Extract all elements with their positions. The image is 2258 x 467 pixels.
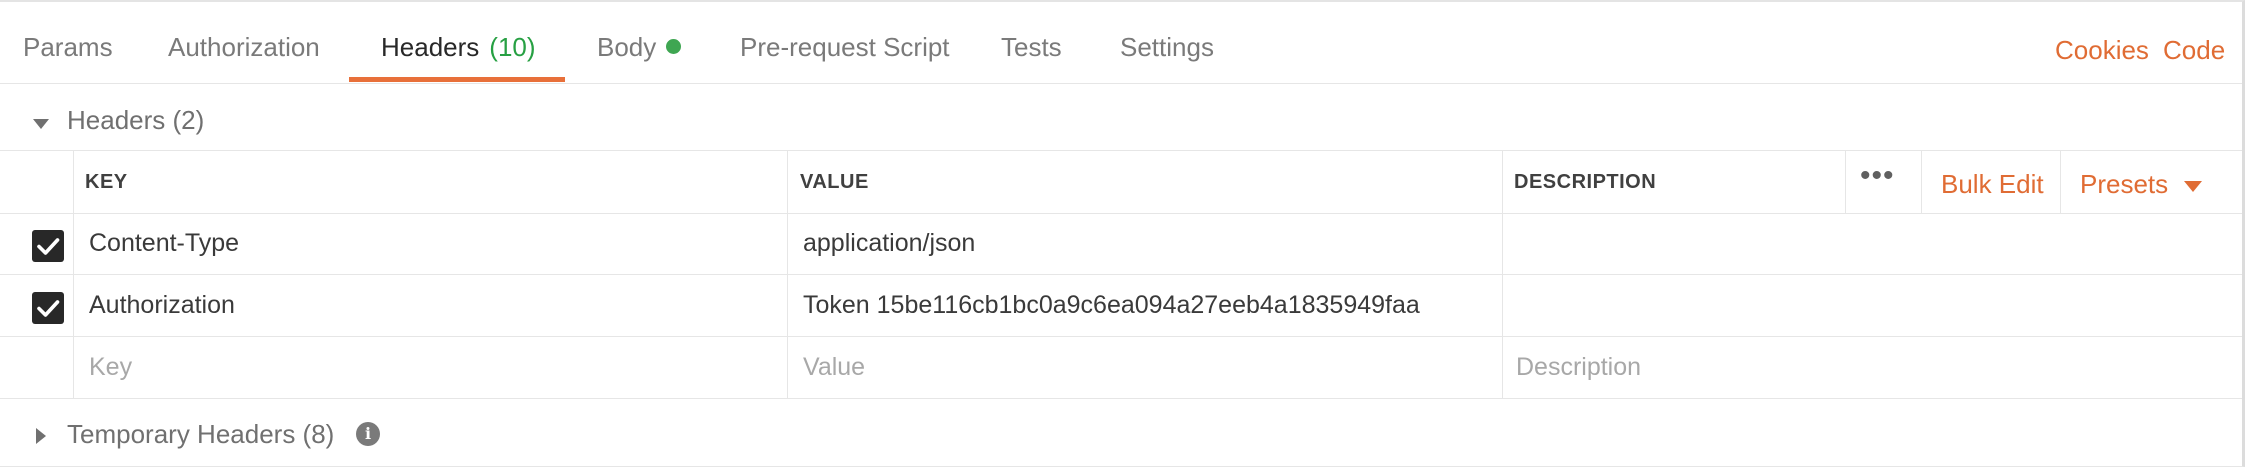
header-key-cell[interactable]: Content-Type — [89, 213, 239, 274]
column-header-description: DESCRIPTION — [1514, 171, 1657, 193]
presets-button[interactable]: Presets — [2080, 151, 2168, 213]
headers-section-toggle[interactable]: Headers (2) — [0, 89, 2242, 151]
tab-settings-label: Settings — [1120, 32, 1214, 62]
checkbox-checked-icon[interactable] — [32, 230, 64, 262]
request-editor: Params Authorization Headers (10) Body Pr… — [0, 0, 2245, 467]
header-value-cell[interactable]: application/json — [803, 213, 975, 274]
header-description-cell[interactable] — [1516, 275, 2216, 336]
code-link[interactable]: Code — [2163, 2, 2225, 83]
headers-table: KEY VALUE DESCRIPTION ••• Bulk Edit Pres… — [0, 150, 2242, 399]
caret-right-icon — [36, 428, 46, 444]
tab-headers-label: Headers — [381, 32, 480, 62]
temporary-headers-toggle[interactable]: Temporary Headers (8) i — [0, 403, 2242, 465]
tab-tests-label: Tests — [1001, 32, 1062, 62]
tab-headers[interactable]: Headers (10) — [381, 2, 536, 83]
tab-params-label: Params — [23, 32, 113, 62]
tab-tests[interactable]: Tests — [1001, 2, 1062, 83]
new-header-row: Key Value Description — [0, 337, 2242, 398]
tab-authorization[interactable]: Authorization — [168, 2, 320, 83]
chevron-down-icon[interactable] — [2184, 181, 2202, 192]
request-tabs: Params Authorization Headers (10) Body Pr… — [0, 2, 2242, 84]
tab-prerequest-label: Pre-request Script — [740, 32, 950, 62]
tab-params[interactable]: Params — [23, 2, 113, 83]
new-key-input[interactable]: Key — [89, 337, 132, 398]
column-header-key: KEY — [85, 171, 128, 193]
header-value-cell[interactable]: Token 15be116cb1bc0a9c6ea094a27eeb4a1835… — [803, 275, 1420, 336]
column-header-value: VALUE — [800, 171, 869, 193]
cookies-link[interactable]: Cookies — [2055, 2, 2149, 83]
body-status-dot-icon — [666, 39, 682, 54]
tab-authorization-label: Authorization — [168, 32, 320, 62]
checkbox-checked-icon[interactable] — [32, 292, 64, 324]
info-icon[interactable]: i — [356, 422, 380, 446]
tab-body-label: Body — [597, 32, 657, 62]
header-key-cell[interactable]: Authorization — [89, 275, 235, 336]
temporary-headers-title: Temporary Headers (8) — [67, 419, 335, 449]
table-row: Authorization Token 15be116cb1bc0a9c6ea0… — [0, 275, 2242, 337]
tab-prerequest-script[interactable]: Pre-request Script — [740, 2, 950, 83]
table-header-row: KEY VALUE DESCRIPTION ••• Bulk Edit Pres… — [0, 151, 2242, 214]
more-icon[interactable]: ••• — [1860, 151, 1895, 213]
tab-settings[interactable]: Settings — [1120, 2, 1214, 83]
tab-body[interactable]: Body — [597, 2, 682, 83]
new-description-input[interactable]: Description — [1516, 337, 1641, 398]
headers-section-title: Headers (2) — [67, 105, 205, 135]
active-tab-indicator — [349, 77, 565, 82]
new-value-input[interactable]: Value — [803, 337, 865, 398]
header-description-cell[interactable] — [1516, 213, 2216, 274]
caret-down-icon — [33, 119, 49, 129]
bulk-edit-button[interactable]: Bulk Edit — [1941, 151, 2044, 213]
table-row: Content-Type application/json — [0, 213, 2242, 275]
tab-headers-count: (10) — [489, 32, 536, 62]
